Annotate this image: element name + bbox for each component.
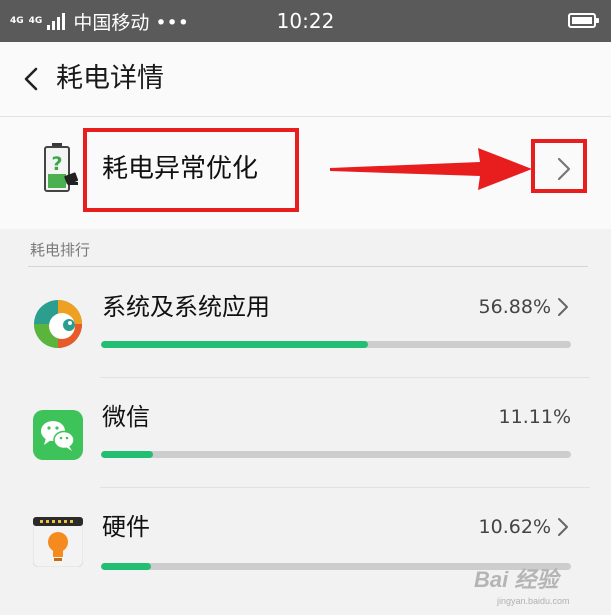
usage-bar-track bbox=[101, 341, 571, 348]
wechat-icon bbox=[33, 410, 83, 460]
hardware-bulb-icon bbox=[33, 517, 83, 567]
watermark-url: jingyan.baidu.com bbox=[497, 596, 570, 606]
clock: 10:22 bbox=[276, 9, 335, 33]
usage-bar-fill bbox=[101, 451, 154, 458]
usage-bar-fill bbox=[101, 341, 369, 348]
section-divider bbox=[28, 266, 588, 267]
battery-warning-icon: ? bbox=[44, 143, 79, 192]
status-bar: 4G 4G 中国移动 ••• 10:22 bbox=[0, 0, 611, 42]
usage-bar-fill bbox=[101, 563, 151, 570]
chevron-left-icon[interactable] bbox=[18, 64, 48, 94]
app-name: 系统及系统应用 bbox=[102, 293, 270, 321]
chevron-right-icon[interactable] bbox=[556, 297, 570, 317]
svg-text:?: ? bbox=[51, 153, 62, 175]
app-percent: 10.62% bbox=[478, 516, 551, 538]
battery-icon bbox=[568, 13, 599, 28]
system-apps-icon bbox=[34, 300, 82, 348]
usage-bar-track bbox=[101, 451, 571, 458]
section-title: 耗电排行 bbox=[30, 241, 91, 259]
chevron-right-icon[interactable] bbox=[556, 517, 570, 537]
app-percent: 56.88% bbox=[478, 296, 551, 318]
highlight-box-chevron bbox=[531, 139, 587, 193]
app-percent: 11.11% bbox=[498, 406, 571, 428]
app-name: 微信 bbox=[102, 403, 150, 431]
highlight-box-label bbox=[83, 128, 299, 212]
app-row-wechat[interactable] bbox=[0, 378, 611, 486]
red-arrow-icon bbox=[330, 148, 532, 190]
watermark-text: Bai 经验 bbox=[474, 567, 559, 592]
page-header: 耗电详情 bbox=[0, 42, 611, 117]
app-name: 硬件 bbox=[102, 513, 150, 541]
page-title: 耗电详情 bbox=[56, 63, 164, 94]
app-row-system[interactable] bbox=[0, 268, 611, 376]
